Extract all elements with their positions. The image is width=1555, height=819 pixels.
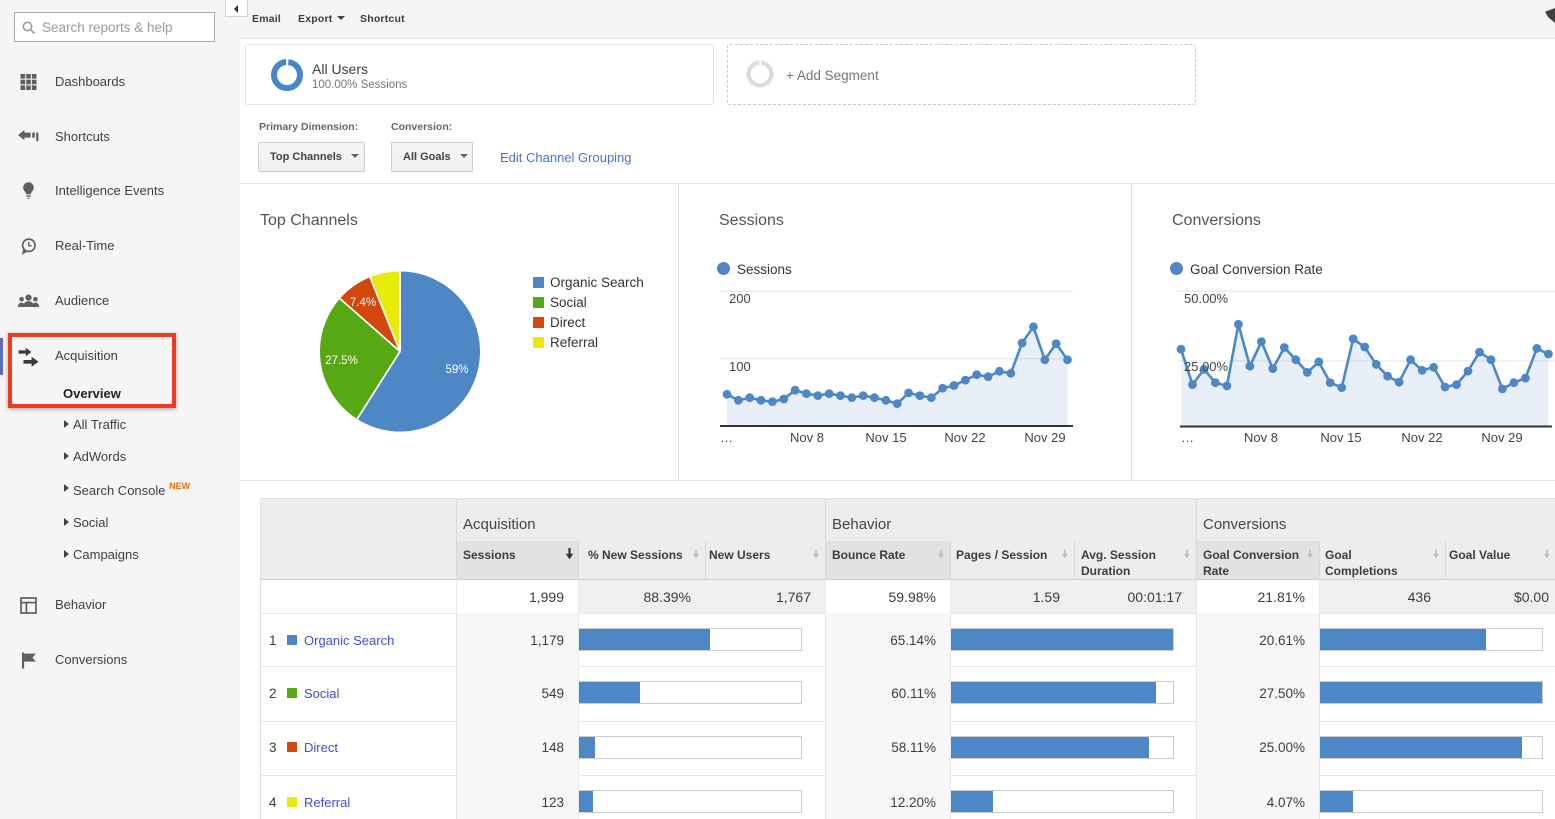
svg-text:59%: 59% xyxy=(445,364,468,376)
svg-text:27.5%: 27.5% xyxy=(325,355,358,367)
svg-text:7.4%: 7.4% xyxy=(350,297,376,309)
